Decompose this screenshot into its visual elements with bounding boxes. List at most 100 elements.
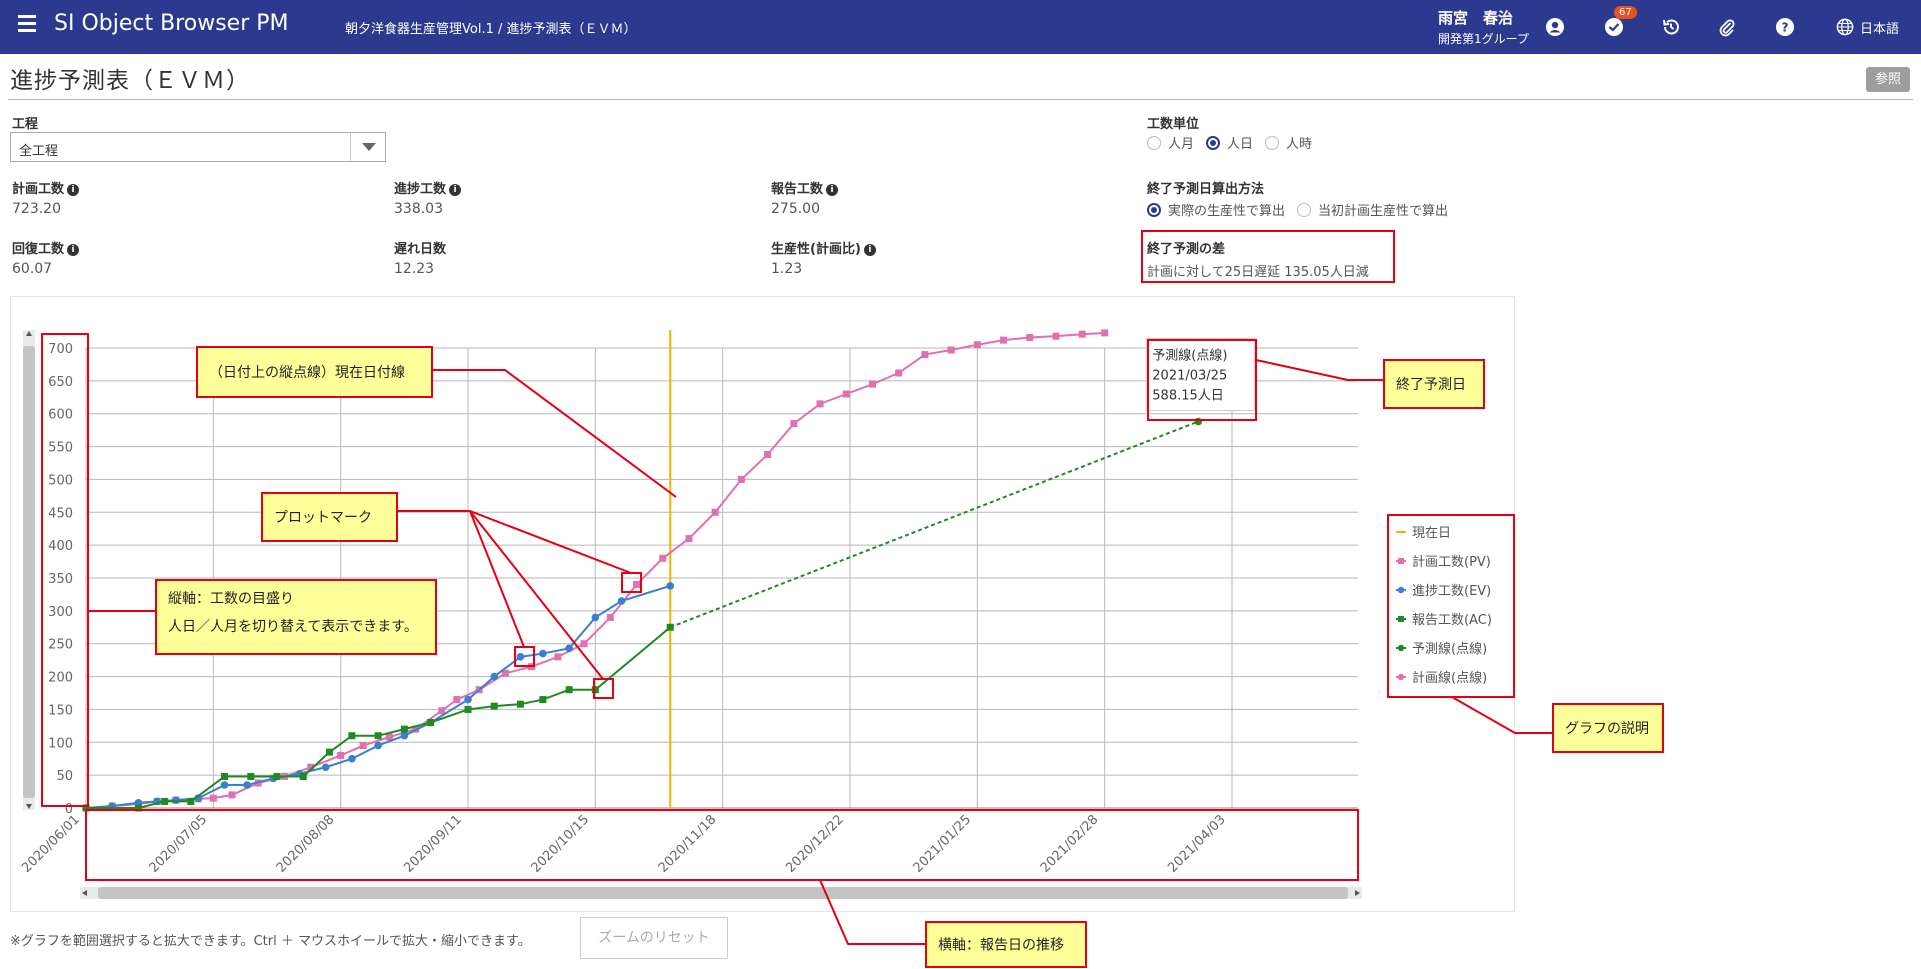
y-tick-label: 100 (48, 736, 73, 751)
data-point (172, 796, 180, 804)
data-point (1026, 333, 1034, 341)
data-point (221, 772, 229, 780)
data-point (539, 649, 547, 658)
data-point (617, 597, 626, 605)
data-point (666, 582, 675, 590)
leader-plot-mark (469, 510, 525, 648)
data-point (947, 346, 955, 354)
x-tick-label: 2020/11/18 (656, 812, 720, 876)
horizontal-scroll-thumb (98, 887, 1348, 899)
data-point (321, 763, 330, 772)
leader-end-forecast (1255, 359, 1384, 381)
data-point (842, 390, 850, 398)
x-tick-label: 2020/06/01 (19, 812, 83, 876)
vertical-scroll-thumb (23, 346, 35, 798)
data-point (1000, 336, 1008, 344)
legend-marker (1398, 558, 1404, 564)
x-tick-label: 2021/04/03 (1165, 812, 1229, 876)
legend-highlight (1387, 514, 1515, 698)
data-point (711, 508, 719, 516)
data-point (1101, 329, 1109, 337)
data-point (737, 475, 745, 483)
data-point (325, 748, 333, 756)
data-point (591, 613, 600, 622)
leader-graph-legend (1451, 696, 1553, 734)
legend-label: 現在日 (1412, 526, 1451, 541)
callout-text: 横軸：報告日の推移 (938, 938, 1064, 954)
callout-text: 縦軸：工数の目盛り (168, 591, 294, 607)
y-tick-label: 400 (48, 539, 73, 554)
data-point (1194, 417, 1203, 426)
y-tick-label: 50 (56, 769, 73, 784)
data-point (973, 341, 981, 349)
data-point (209, 794, 217, 802)
x-tick-label: 2020/12/22 (783, 812, 847, 876)
data-point (565, 686, 573, 694)
y-tick-label: 500 (48, 473, 73, 488)
data-point (427, 719, 435, 727)
data-point (868, 380, 876, 388)
data-point (516, 653, 525, 661)
zoom-hint: ※グラフを範囲選択すると拡大できます。Ctrl ＋ マウスホイールで拡大・縮小で… (10, 934, 531, 949)
data-point (606, 613, 614, 621)
data-point (299, 772, 307, 780)
data-point (348, 732, 356, 740)
callout-text: 人日／人月を切り替えて表示できます。 (168, 619, 418, 635)
grid-layer (85, 347, 1358, 809)
x-tick-label: 2020/10/15 (529, 812, 593, 876)
x-tick-label: 2021/02/28 (1038, 812, 1102, 876)
data-point (764, 450, 772, 458)
data-point (790, 420, 798, 428)
data-point (816, 400, 824, 408)
series-line (669, 420, 1199, 629)
y-tick-label: 200 (48, 671, 73, 686)
data-point (685, 535, 693, 543)
data-point (400, 725, 408, 733)
legend-layer: 現在日計画工数(PV) 進捗工数(EV) 報告工数(AC) 予測線(点線) 計画線(点線… (1396, 526, 1492, 686)
data-point (921, 351, 929, 359)
data-point (490, 702, 498, 710)
data-point (220, 781, 229, 789)
data-point (580, 640, 588, 648)
data-point (539, 696, 547, 704)
data-point (554, 653, 562, 661)
data-point (228, 791, 236, 799)
legend-marker (1397, 644, 1405, 652)
data-point (565, 644, 573, 653)
y-tick-label: 250 (48, 638, 73, 653)
data-point (464, 695, 472, 704)
data-point (400, 731, 409, 740)
leader-current-date (432, 369, 677, 498)
y-tick-label: 450 (48, 506, 73, 521)
y-tick-label: 150 (48, 703, 73, 718)
legend-marker (1398, 616, 1404, 622)
zoom-reset-button[interactable]: ズームのリセット (580, 917, 728, 959)
legend-label: 予測線(点線) (1412, 641, 1487, 657)
evm-chart[interactable]: 0501001502002503003504004505005506006507… (0, 0, 1921, 969)
x-tick-label: 2020/09/11 (401, 812, 465, 876)
data-point (453, 696, 461, 704)
tooltip-line: 588.15人日 (1152, 389, 1224, 404)
legend-marker (1397, 586, 1405, 594)
data-point (161, 797, 169, 805)
callout-text: グラフの説明 (1565, 721, 1649, 737)
y-tick-label: 350 (48, 572, 73, 587)
data-point (659, 554, 667, 562)
callout-text: （日付上の縦点線）現在日付線 (209, 365, 405, 381)
x-tick-label: 2020/08/08 (274, 812, 338, 876)
data-point (348, 754, 356, 763)
data-point (591, 686, 599, 694)
tooltip-line: 2021/03/25 (1152, 369, 1227, 384)
series-layer (82, 329, 1203, 812)
data-point (464, 705, 472, 713)
legend-label: 進捗工数(EV) (1412, 584, 1491, 599)
y-axis-highlight (41, 333, 89, 807)
data-point (633, 581, 641, 589)
callout-text: 終了予測日 (1396, 377, 1466, 393)
legend-label: 報告工数(AC) (1412, 613, 1492, 628)
data-point (337, 751, 345, 759)
tooltip-line: 予測線(点線) (1152, 348, 1227, 364)
data-point (516, 700, 524, 708)
data-point (374, 732, 382, 740)
data-point (187, 797, 195, 805)
